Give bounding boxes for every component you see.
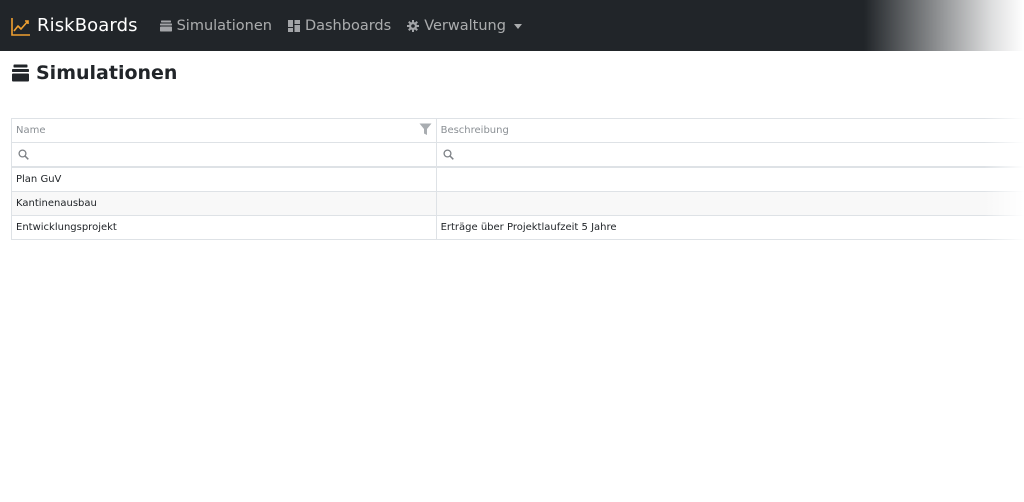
dashboard-grid-icon [287,19,300,32]
nav-item-label: Simulationen [176,17,272,34]
nav-item-label: Verwaltung [424,17,506,34]
column-header-beschreibung[interactable]: Beschreibung [437,119,1024,142]
column-header-label: Beschreibung [440,125,509,136]
database-stack-icon [12,64,29,82]
search-icon [443,149,454,160]
search-icon [18,149,29,160]
column-header-name[interactable]: Name [12,119,437,142]
table-header-row: Name Beschreibung [12,119,1024,143]
beschreibung-filter-input[interactable] [457,144,1024,165]
brand-link[interactable]: RiskBoards [11,0,138,51]
nav-item-dashboards[interactable]: Dashboards [287,0,392,51]
simulations-table: Name Beschreibung Plan GuV Kantinenausba… [11,118,1024,240]
filter-cell-name [12,143,437,166]
brand-name: RiskBoards [37,15,138,36]
table-row[interactable]: Entwicklungsprojekt Erträge über Projekt… [12,216,1024,240]
filter-cell-beschreibung [437,143,1024,166]
nav-item-simulationen[interactable]: Simulationen [159,0,272,51]
page-title-text: Simulationen [36,62,178,84]
chevron-down-icon [513,23,522,29]
cell-name[interactable]: Kantinenausbau [12,192,437,215]
column-header-label: Name [16,125,46,136]
nav-item-label: Dashboards [304,17,392,34]
name-filter-input[interactable] [33,144,436,165]
table-row[interactable]: Plan GuV [12,168,1024,192]
cell-name[interactable]: Entwicklungsprojekt [12,216,437,239]
table-filter-row [12,143,1024,168]
cell-name[interactable]: Plan GuV [12,168,437,191]
cell-description[interactable] [437,192,1024,215]
cell-description[interactable] [437,168,1024,191]
database-stack-icon [159,20,172,31]
table-row[interactable]: Kantinenausbau [12,192,1024,216]
line-chart-icon [11,17,30,36]
page-title: Simulationen [12,60,177,86]
cell-description[interactable]: Erträge über Projektlaufzeit 5 Jahre [437,216,1024,239]
top-navbar: RiskBoards Simulationen Dashboards Verwa… [0,0,1024,51]
nav-item-verwaltung-dropdown[interactable]: Verwaltung [407,0,522,51]
filter-icon[interactable] [419,123,432,136]
navbar-fade-overlay [864,0,1024,51]
gear-icon [407,19,420,32]
